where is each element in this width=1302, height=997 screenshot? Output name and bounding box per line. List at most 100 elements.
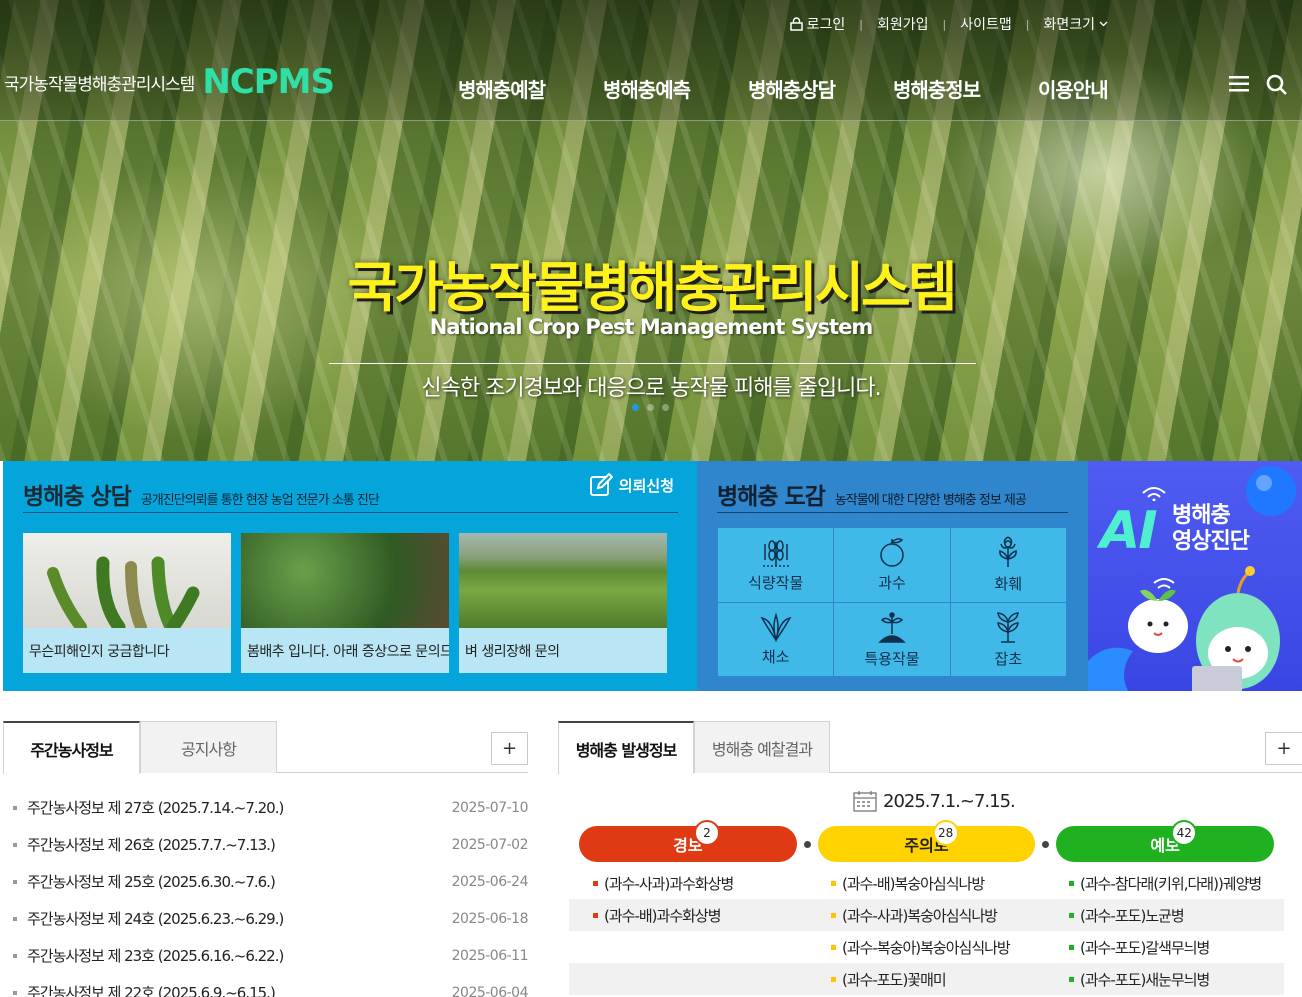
table-row: (과수-배)과수화상병 (과수-사과)복숭아심식나방 (과수-포도)노균병 bbox=[569, 899, 1284, 931]
advisory-item[interactable]: (과수-복숭아)복숭아심식나방 bbox=[807, 931, 1045, 963]
tab-survey-results[interactable]: 병해충 예찰결과 bbox=[694, 721, 830, 773]
slide-dot[interactable] bbox=[662, 404, 669, 411]
category-label: 채소 bbox=[761, 647, 790, 666]
forecast-item[interactable]: (과수-포도)갈색무늬병 bbox=[1045, 931, 1283, 963]
consult-description: 공개진단의뢰를 통한 현장 농업 전문가 소통 진단 bbox=[140, 493, 380, 508]
list-item[interactable]: 주간농사정보 제 25호 (2025.6.30.~7.6.) 2025-06-24 bbox=[3, 863, 529, 900]
list-item-title: 주간농사정보 제 23호 (2025.6.16.~6.22.) bbox=[13, 945, 284, 966]
cabbage-photo bbox=[241, 533, 449, 628]
list-item-title: 주간농사정보 제 27호 (2025.7.14.~7.20.) bbox=[13, 797, 284, 818]
item-text: (과수-포도)갈색무늬병 bbox=[1080, 938, 1210, 957]
sitemap-link[interactable]: 사이트맵 bbox=[960, 14, 1012, 34]
pest-occurrence-board: 병해충 발생정보 병해충 예찰결과 + 2025.7.1.~7.15. 경보 2… bbox=[558, 721, 1302, 997]
category-fruit[interactable]: 과수 bbox=[834, 528, 950, 602]
list-item[interactable]: 주간농사정보 제 22호 (2025.6.9.~6.15.) 2025-06-04 bbox=[3, 974, 529, 997]
category-weeds[interactable]: 잡초 bbox=[950, 602, 1066, 676]
screen-size-label: 화면크기 bbox=[1043, 17, 1095, 33]
category-label: 잡초 bbox=[994, 649, 1023, 668]
tab-weekly-farming-info[interactable]: 주간농사정보 bbox=[3, 721, 140, 774]
advisory-item[interactable]: (과수-포도)꽃매미 bbox=[807, 963, 1045, 995]
request-button[interactable]: 의뢰신청 bbox=[589, 473, 674, 497]
item-text: (과수-사과)복숭아심식나방 bbox=[842, 906, 998, 925]
list-item[interactable]: 주간농사정보 제 24호 (2025.6.23.~6.29.) 2025-06-1… bbox=[3, 900, 529, 937]
menu-icon[interactable] bbox=[1228, 74, 1250, 94]
level-count: 28 bbox=[932, 820, 959, 846]
slide-dot[interactable] bbox=[647, 404, 654, 411]
item-text: (과수-포도)새눈무늬병 bbox=[1080, 970, 1210, 989]
period-text: 2025.7.1.~7.15. bbox=[883, 790, 1016, 812]
tab-pest-occurrence[interactable]: 병해충 발생정보 bbox=[558, 721, 694, 774]
site-logo[interactable]: 국가농작물병해충관리시스템 NCPMS bbox=[4, 62, 335, 102]
calendar-icon bbox=[853, 791, 877, 812]
slide-dot-active[interactable] bbox=[632, 404, 639, 411]
divider: | bbox=[1025, 17, 1030, 31]
fruit-icon bbox=[880, 538, 904, 567]
separator-dot bbox=[1035, 840, 1056, 848]
category-label: 화훼 bbox=[994, 575, 1023, 594]
category-label: 식량작물 bbox=[748, 574, 804, 593]
consult-header: 병해충 상담 공개진단의뢰를 통한 현장 농업 전문가 소통 진단 의뢰신청 bbox=[23, 473, 678, 513]
warning-item[interactable]: (과수-사과)과수화상병 bbox=[569, 867, 807, 899]
item-text: (과수-복숭아)복숭아심식나방 bbox=[842, 938, 1011, 957]
nav-pest-info[interactable]: 병해충정보 bbox=[893, 74, 981, 103]
signup-link[interactable]: 회원가입 bbox=[877, 14, 929, 34]
vegetable-icon bbox=[760, 612, 792, 642]
hero-subtitle: National Crop Pest Management System bbox=[429, 315, 873, 339]
separator-dot bbox=[797, 840, 818, 848]
list-item[interactable]: 주간농사정보 제 23호 (2025.6.16.~6.22.) 2025-06-1… bbox=[3, 937, 529, 974]
forecast-item[interactable]: (과수-포도)새눈무늬병 bbox=[1045, 963, 1283, 995]
slider-pagination bbox=[632, 404, 669, 411]
screen-size-dropdown[interactable]: 화면크기 bbox=[1043, 14, 1108, 34]
search-icon[interactable] bbox=[1266, 74, 1288, 96]
list-item-date: 2025-07-02 bbox=[451, 836, 529, 853]
nav-pest-consult[interactable]: 병해충상담 bbox=[748, 74, 836, 103]
chevron-down-icon bbox=[1099, 21, 1108, 27]
warning-item[interactable]: (과수-배)과수화상병 bbox=[569, 899, 807, 931]
level-warning[interactable]: 경보 2 bbox=[579, 820, 797, 862]
ai-diagnosis-banner[interactable]: AI 병해충 영상진단 bbox=[1088, 461, 1302, 691]
login-link[interactable]: 로그인 bbox=[789, 14, 845, 34]
hero-divider bbox=[329, 363, 976, 364]
flower-icon bbox=[999, 536, 1018, 568]
list-item-title: 주간농사정보 제 22호 (2025.6.9.~6.15.) bbox=[13, 982, 276, 997]
forecast-item[interactable]: (과수-포도)노균병 bbox=[1045, 899, 1283, 931]
list-item[interactable]: 주간농사정보 제 27호 (2025.7.14.~7.20.) 2025-07-1… bbox=[3, 789, 529, 826]
category-vegetables[interactable]: 채소 bbox=[718, 602, 834, 676]
item-text: (과수-배)복숭아심식나방 bbox=[842, 874, 985, 893]
level-forecast[interactable]: 예보 42 bbox=[1056, 820, 1274, 862]
nav-pest-forecast[interactable]: 병해충예측 bbox=[603, 74, 691, 103]
consult-card[interactable]: 봄배추 입니다. 아래 증상으로 문의드립니다 bbox=[241, 533, 449, 673]
special-crop-icon bbox=[878, 612, 906, 643]
category-special-crops[interactable]: 특용작물 bbox=[834, 602, 950, 676]
consult-title: 병해충 상담 bbox=[23, 484, 132, 510]
consult-card[interactable]: 벼 생리장해 문의 bbox=[459, 533, 667, 673]
card-caption: 봄배추 입니다. 아래 증상으로 문의드립니다 bbox=[247, 643, 449, 660]
logo-korean: 국가농작물병해충관리시스템 bbox=[4, 74, 195, 95]
advisory-item[interactable]: (과수-사과)복숭아심식나방 bbox=[807, 899, 1045, 931]
list-item-date: 2025-06-04 bbox=[451, 984, 529, 997]
list-item-date: 2025-06-18 bbox=[451, 910, 529, 927]
logo-ncpms: NCPMS bbox=[202, 62, 335, 102]
header: 로그인 | 회원가입 | 사이트맵 | 화면크기 국가농작물병해충관리시스템 N… bbox=[0, 0, 1302, 121]
tab-notices[interactable]: 공지사항 bbox=[140, 721, 277, 773]
board-tabs: 주간농사정보 공지사항 + bbox=[3, 721, 528, 774]
alert-levels: 경보 2 주의보 28 예보 42 bbox=[579, 820, 1274, 862]
category-flowers[interactable]: 화훼 bbox=[950, 528, 1066, 602]
nav-pest-survey[interactable]: 병해충예찰 bbox=[458, 74, 546, 103]
encyclopedia-description: 농작물에 대한 다양한 병해충 정보 제공 bbox=[834, 493, 1027, 508]
rice-field-photo bbox=[459, 533, 667, 628]
consult-card[interactable]: 무슨피해인지 궁금합니다 bbox=[23, 533, 231, 673]
nav-guide[interactable]: 이용안내 bbox=[1038, 74, 1109, 103]
level-advisory[interactable]: 주의보 28 bbox=[817, 820, 1036, 862]
card-caption: 무슨피해인지 궁금합니다 bbox=[29, 643, 170, 660]
category-food-crops[interactable]: 식량작물 bbox=[718, 528, 834, 602]
forecast-item[interactable]: (과수-참다래(키위,다래))궤양병 bbox=[1045, 867, 1283, 899]
mascot-illustration bbox=[1088, 466, 1296, 691]
list-item[interactable]: 주간농사정보 제 26호 (2025.7.7.~7.13.) 2025-07-02 bbox=[3, 826, 529, 863]
edit-icon bbox=[589, 473, 613, 496]
advisory-item[interactable]: (과수-배)복숭아심식나방 bbox=[807, 867, 1045, 899]
more-button[interactable]: + bbox=[491, 732, 528, 765]
more-button[interactable]: + bbox=[1265, 732, 1302, 765]
consult-cards: 무슨피해인지 궁금합니다 봄배추 입니다. 아래 증상으로 문의드립니다 벼 생… bbox=[23, 533, 667, 673]
consult-panel: 병해충 상담 공개진단의뢰를 통한 현장 농업 전문가 소통 진단 의뢰신청 무… bbox=[3, 461, 697, 691]
